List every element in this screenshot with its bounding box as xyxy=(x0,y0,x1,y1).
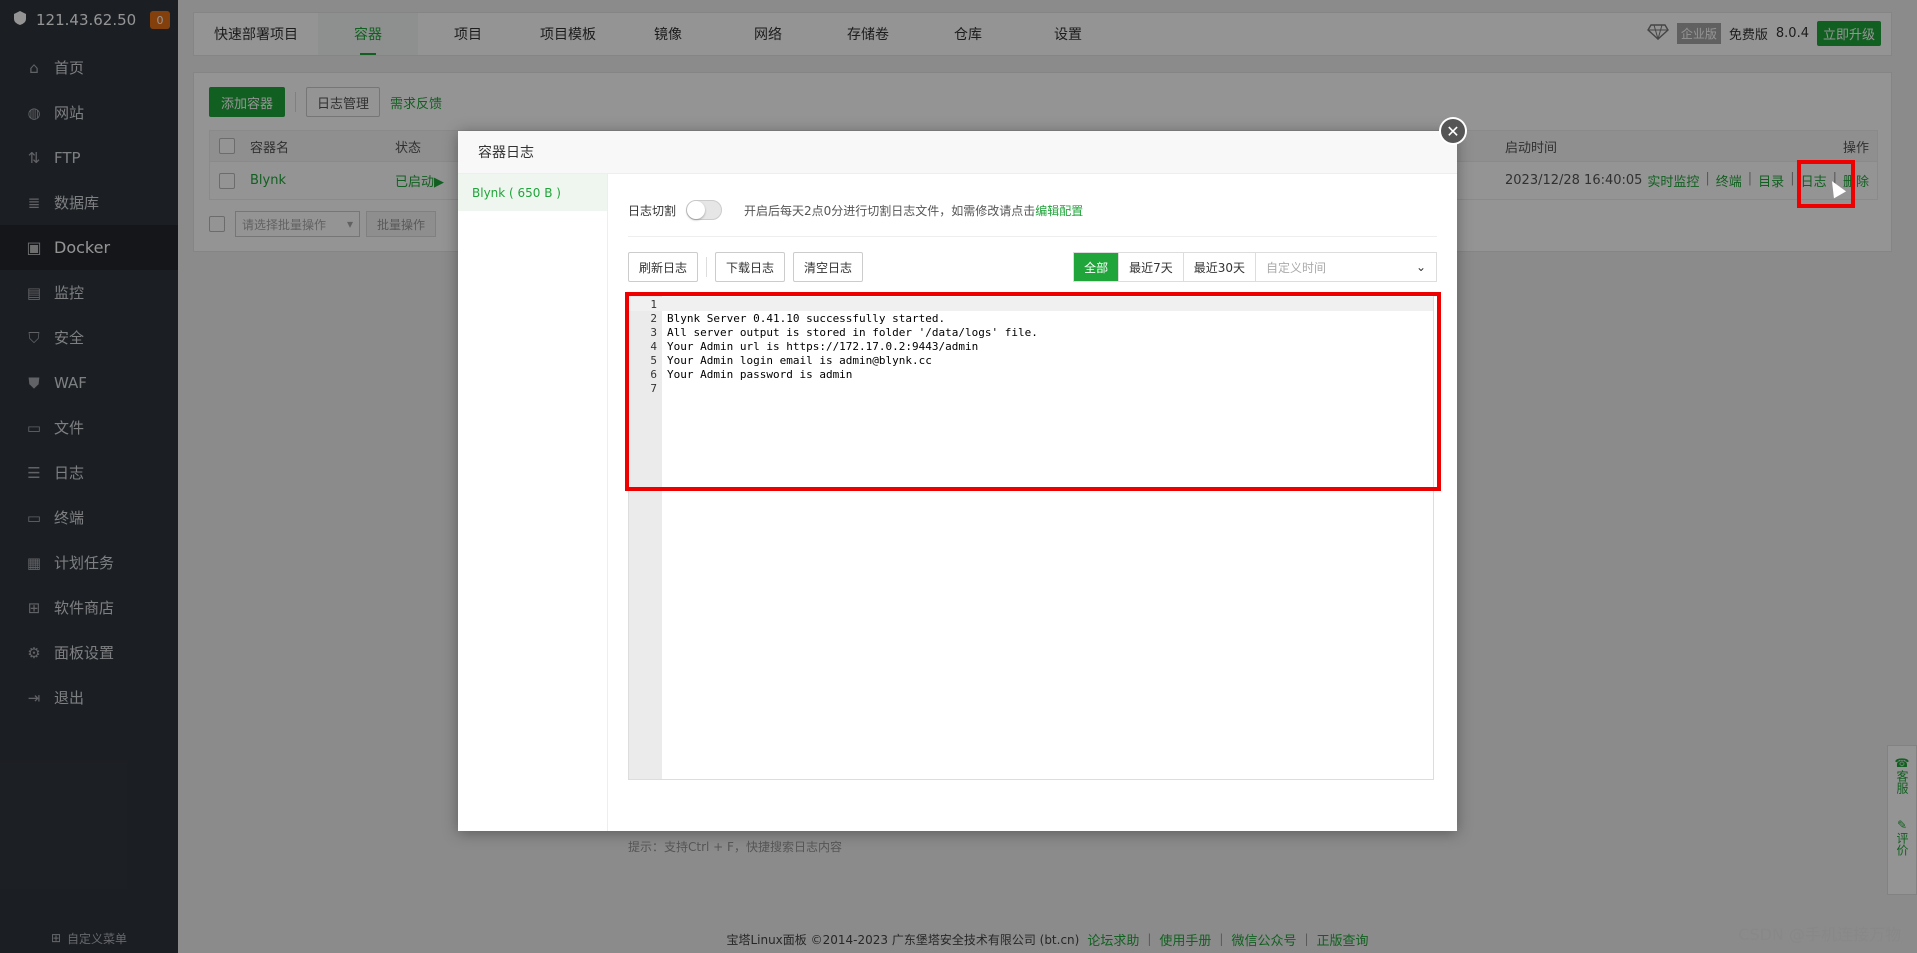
filter-all[interactable]: 全部 xyxy=(1074,253,1120,281)
custom-time-placeholder: 自定义时间 xyxy=(1266,260,1327,275)
log-cut-desc-text: 开启后每天2点0分进行切割日志文件，如需修改请点击 xyxy=(744,203,1036,218)
divider xyxy=(628,236,1437,237)
time-filter-group: 全部 最近7天 最近30天 自定义时间 ⌄ xyxy=(1073,252,1437,282)
divider xyxy=(706,257,708,277)
modal-sidebar: Blynk ( 650 B ) xyxy=(458,174,608,831)
close-button[interactable]: ✕ xyxy=(1439,117,1467,145)
log-cut-row: 日志切割 开启后每天2点0分进行切割日志文件，如需修改请点击编辑配置 xyxy=(628,200,1438,220)
download-log-button[interactable]: 下载日志 xyxy=(715,252,786,282)
filter-7-days[interactable]: 最近7天 xyxy=(1119,253,1184,281)
edit-config-link[interactable]: 编辑配置 xyxy=(1035,204,1083,218)
refresh-log-button[interactable]: 刷新日志 xyxy=(628,252,699,282)
filter-30-days[interactable]: 最近30天 xyxy=(1184,253,1256,281)
highlight-box-log-output xyxy=(625,292,1441,491)
close-icon: ✕ xyxy=(1441,119,1465,143)
watermark: CSDN @手机连接万物 xyxy=(1738,925,1901,944)
custom-time-select[interactable]: 自定义时间 ⌄ xyxy=(1256,253,1436,281)
search-hint: 提示：支持Ctrl + F，快捷搜索日志内容 xyxy=(628,840,842,854)
chevron-down-icon: ⌄ xyxy=(1415,260,1426,274)
modal-title: 容器日志 xyxy=(458,131,1457,174)
log-toolbar: 刷新日志 下载日志 清空日志 全部 最近7天 最近30天 自定义时间 ⌄ xyxy=(628,252,1437,282)
toggle-knob xyxy=(687,201,706,219)
container-log-item[interactable]: Blynk ( 650 B ) xyxy=(458,174,607,211)
modal-content: 日志切割 开启后每天2点0分进行切割日志文件，如需修改请点击编辑配置 刷新日志 … xyxy=(608,174,1457,854)
log-cut-toggle[interactable] xyxy=(686,200,723,220)
clear-log-button[interactable]: 清空日志 xyxy=(793,252,864,282)
log-cut-desc: 开启后每天2点0分进行切割日志文件，如需修改请点击编辑配置 xyxy=(744,202,1083,219)
log-cut-label: 日志切割 xyxy=(628,203,677,218)
